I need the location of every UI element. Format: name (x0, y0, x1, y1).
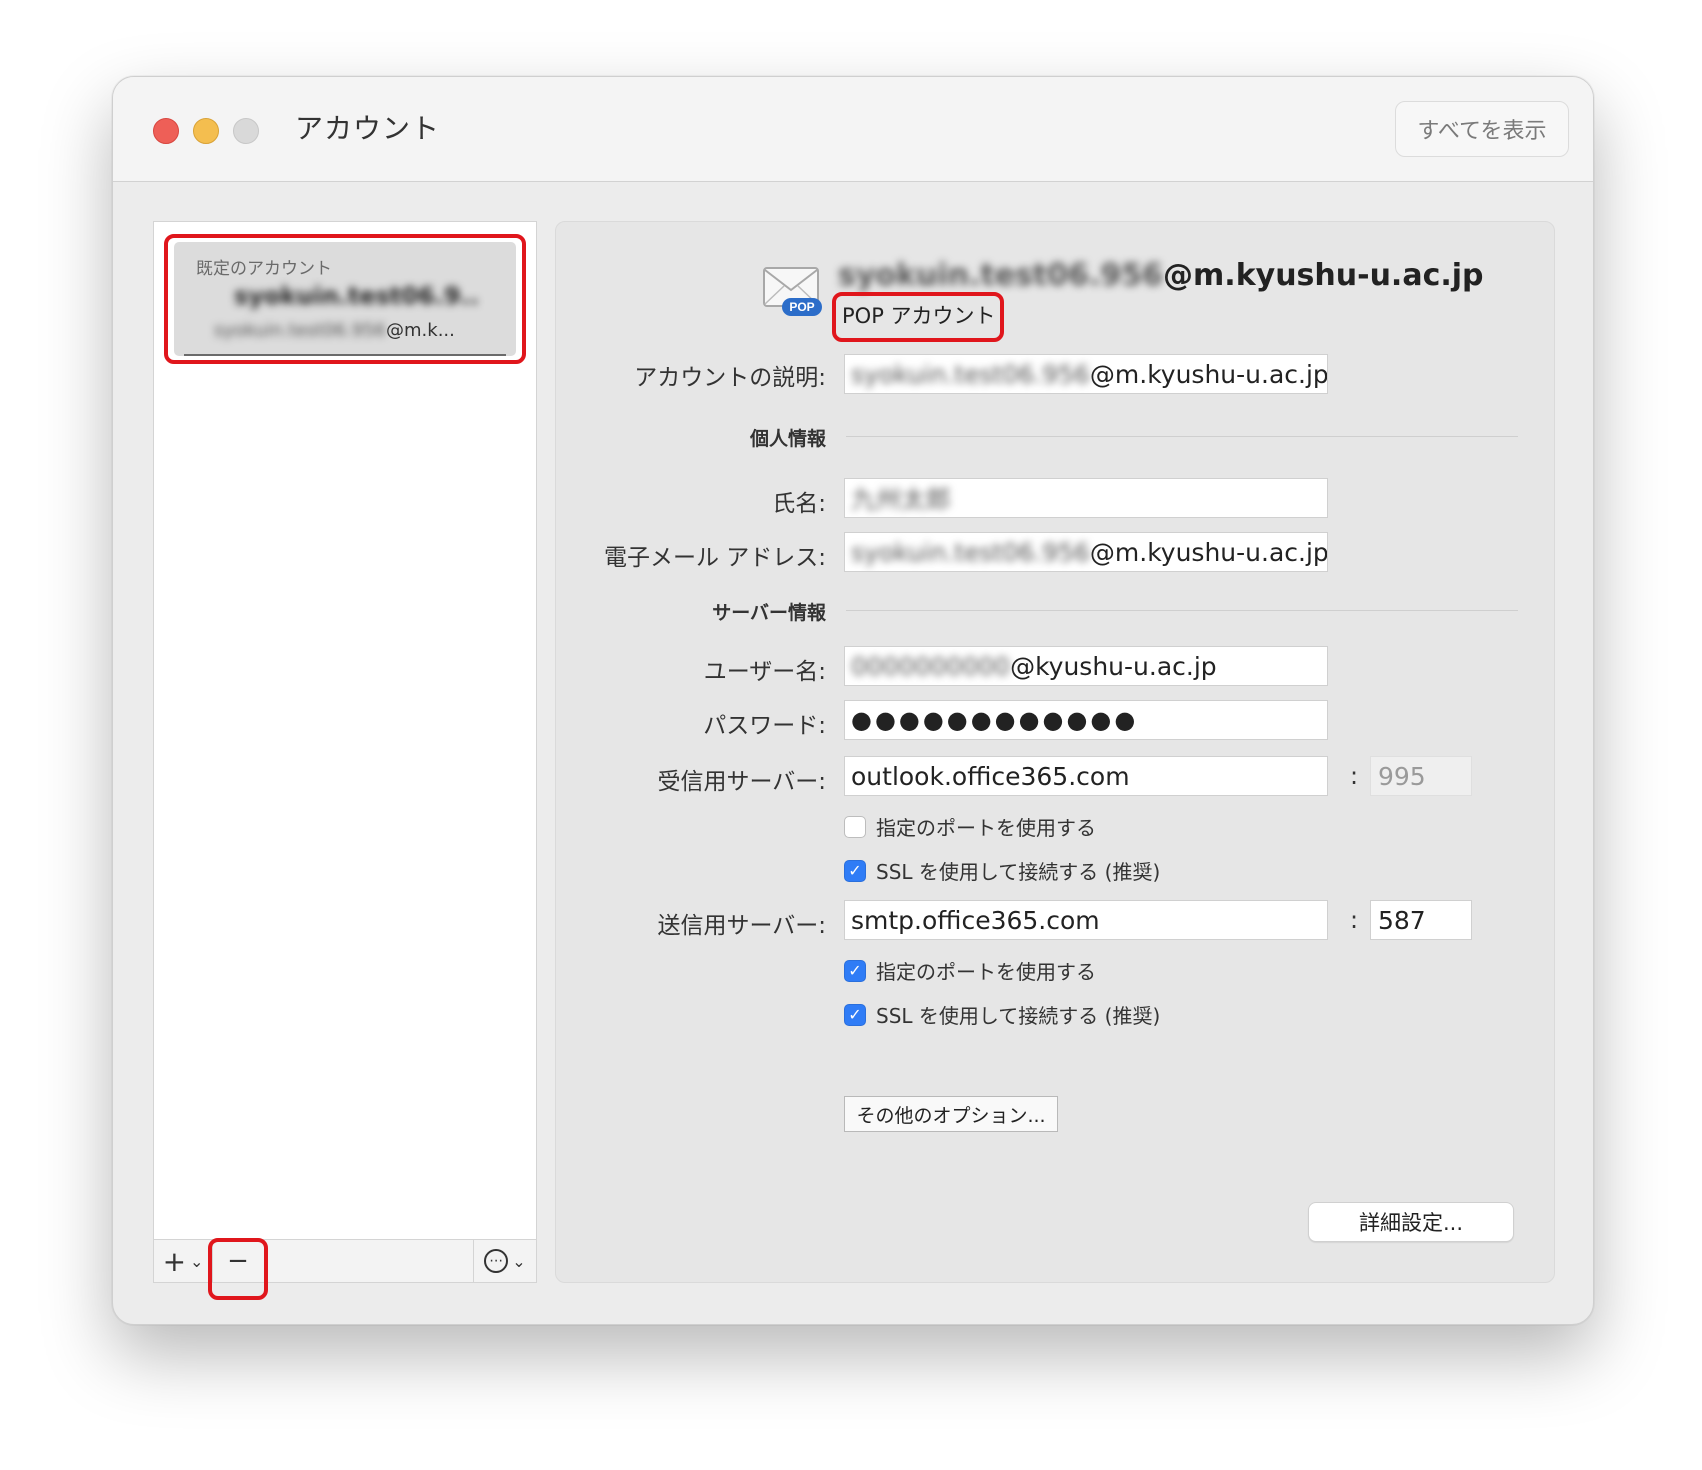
add-account-button[interactable]: + ⌄ (154, 1240, 213, 1282)
incoming-ssl-option[interactable]: ✓ SSL を使用して接続する (推奨) (844, 856, 1160, 885)
email-blurred: syokuin.test06.956 (851, 537, 1090, 567)
email-domain: @m.kyushu-u.ac.jp (1089, 537, 1328, 567)
name-value-blurred: 九州太郎 (851, 485, 952, 514)
default-account-label: 既定のアカウント (196, 259, 332, 279)
outgoing-ssl-option[interactable]: ✓ SSL を使用して接続する (推奨) (844, 1000, 1160, 1029)
incoming-port-field[interactable]: 995 (1370, 756, 1472, 796)
minus-icon: − (227, 1246, 249, 1276)
heading-email-domain: @m.kyushu-u.ac.jp (1163, 258, 1484, 293)
incoming-ssl-checkbox[interactable]: ✓ (844, 859, 866, 882)
account-email: syokuin.test06.956@m.k... (214, 320, 455, 341)
password-field[interactable]: ●●●●●●●●●●●● (844, 700, 1328, 740)
outgoing-port-field[interactable]: 587 (1370, 900, 1472, 940)
personal-info-heading: 個人情報 (749, 428, 826, 450)
account-type-label: POP アカウント (842, 304, 996, 328)
accounts-window: アカウント すべてを表示 既定のアカウント syokuin.test06.9..… (112, 76, 1594, 1325)
outgoing-server-label: 送信用サーバー: (657, 913, 826, 939)
username-domain: @kyushu-u.ac.jp (1010, 651, 1217, 681)
incoming-custom-port-option[interactable]: 指定のポートを使用する (844, 812, 1096, 841)
chevron-down-icon: ⌄ (512, 1251, 526, 1271)
advanced-settings-button[interactable]: 詳細設定... (1308, 1202, 1514, 1242)
email-field[interactable]: syokuin.test06.956 @m.kyushu-u.ac.jp (844, 532, 1328, 572)
incoming-server-field[interactable]: outlook.office365.com (844, 756, 1328, 796)
outgoing-server-field[interactable]: smtp.office365.com (844, 900, 1328, 940)
server-info-heading: サーバー情報 (712, 602, 826, 624)
username-field[interactable]: 0000000000 @kyushu-u.ac.jp (844, 646, 1328, 686)
title-bar: アカウント すべてを表示 (113, 77, 1593, 182)
description-blurred: syokuin.test06.956 (851, 359, 1090, 389)
window-title: アカウント (295, 112, 441, 145)
account-email-domain: @m.k... (386, 320, 455, 341)
plus-icon: + (162, 1244, 187, 1278)
outgoing-ssl-label: SSL を使用して接続する (推奨) (876, 1004, 1161, 1028)
minimize-button[interactable] (193, 118, 219, 144)
account-email-heading: syokuin.test06.956@m.kyushu-u.ac.jp (838, 258, 1484, 293)
outgoing-port-separator: : (1350, 906, 1359, 934)
name-field[interactable]: 九州太郎 (844, 478, 1328, 518)
more-actions-button[interactable]: ⋯ ⌄ (473, 1240, 536, 1282)
description-field[interactable]: syokuin.test06.956 @m.kyushu-u.ac.jp (844, 354, 1328, 394)
incoming-ssl-label: SSL を使用して接続する (推奨) (876, 860, 1161, 884)
more-options-button[interactable]: その他のオプション... (844, 1096, 1058, 1132)
remove-account-button[interactable]: − (212, 1240, 265, 1282)
account-list-item[interactable]: 既定のアカウント syokuin.test06.9.. syokuin.test… (174, 242, 516, 356)
account-list: 既定のアカウント syokuin.test06.9.. syokuin.test… (153, 221, 537, 1300)
outgoing-custom-port-option[interactable]: ✓ 指定のポートを使用する (844, 956, 1096, 985)
email-label: 電子メール アドレス: (603, 545, 826, 571)
account-list-toolbar: + ⌄ − ⋯ ⌄ (154, 1239, 536, 1282)
chevron-down-icon: ⌄ (190, 1251, 204, 1271)
incoming-server-label: 受信用サーバー: (657, 769, 826, 795)
close-button[interactable] (153, 118, 179, 144)
password-label: パスワード: (703, 713, 826, 739)
zoom-button[interactable] (233, 118, 259, 144)
item-underline (184, 354, 506, 356)
pop-badge-text: POP (789, 300, 814, 314)
personal-info-divider (846, 436, 1518, 437)
outgoing-custom-port-label: 指定のポートを使用する (876, 960, 1096, 984)
outgoing-ssl-checkbox[interactable]: ✓ (844, 1003, 866, 1026)
account-name: syokuin.test06.9.. (234, 282, 479, 310)
incoming-port-separator: : (1350, 762, 1359, 790)
name-label: 氏名: (772, 491, 826, 517)
server-info-divider (846, 610, 1518, 611)
show-all-button[interactable]: すべてを表示 (1395, 101, 1569, 157)
pop-mail-icon: POP (763, 267, 822, 316)
incoming-custom-port-label: 指定のポートを使用する (876, 816, 1096, 840)
description-label: アカウントの説明: (634, 365, 826, 391)
username-blurred: 0000000000 (851, 651, 1011, 681)
heading-email-blurred: syokuin.test06.956 (838, 258, 1164, 293)
incoming-custom-port-checkbox[interactable] (844, 815, 866, 838)
username-label: ユーザー名: (703, 659, 826, 685)
account-settings-panel: POP syokuin.test06.956@m.kyushu-u.ac.jp … (555, 221, 1555, 1283)
outgoing-custom-port-checkbox[interactable]: ✓ (844, 959, 866, 982)
ellipsis-circle-icon: ⋯ (484, 1249, 509, 1273)
description-domain: @m.kyushu-u.ac.jp (1089, 359, 1328, 389)
account-email-blurred: syokuin.test06.956 (214, 320, 387, 341)
